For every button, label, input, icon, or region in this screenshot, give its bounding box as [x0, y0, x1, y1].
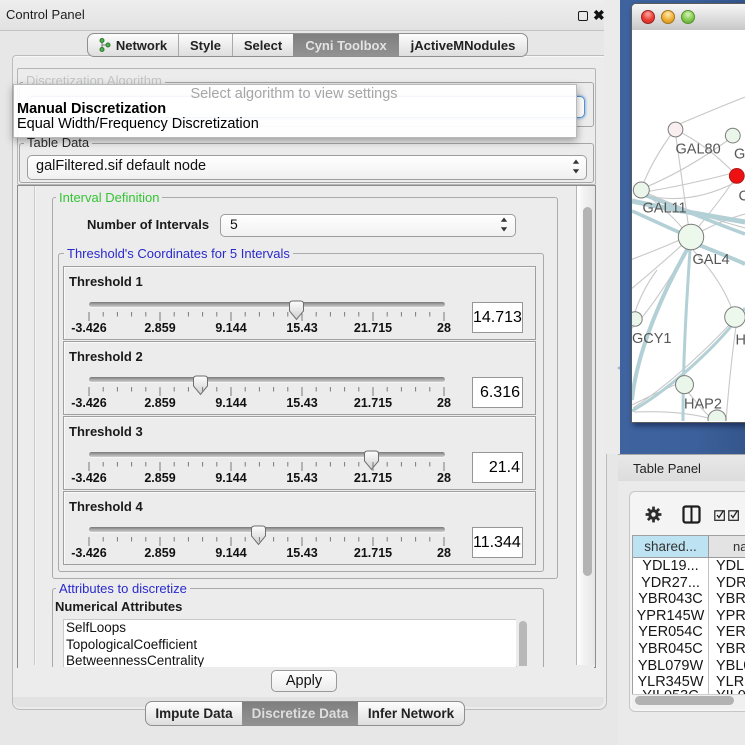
svg-text:GAL80: GAL80: [676, 142, 721, 158]
svg-text:HAP2: HAP2: [684, 397, 722, 413]
svg-text:GA: GA: [734, 147, 745, 163]
svg-text:C: C: [739, 189, 745, 205]
svg-text:GAL11: GAL11: [643, 201, 687, 217]
svg-text:GAL4: GAL4: [693, 252, 730, 268]
svg-text:H: H: [736, 333, 745, 349]
svg-text:GCY1: GCY1: [632, 331, 672, 347]
